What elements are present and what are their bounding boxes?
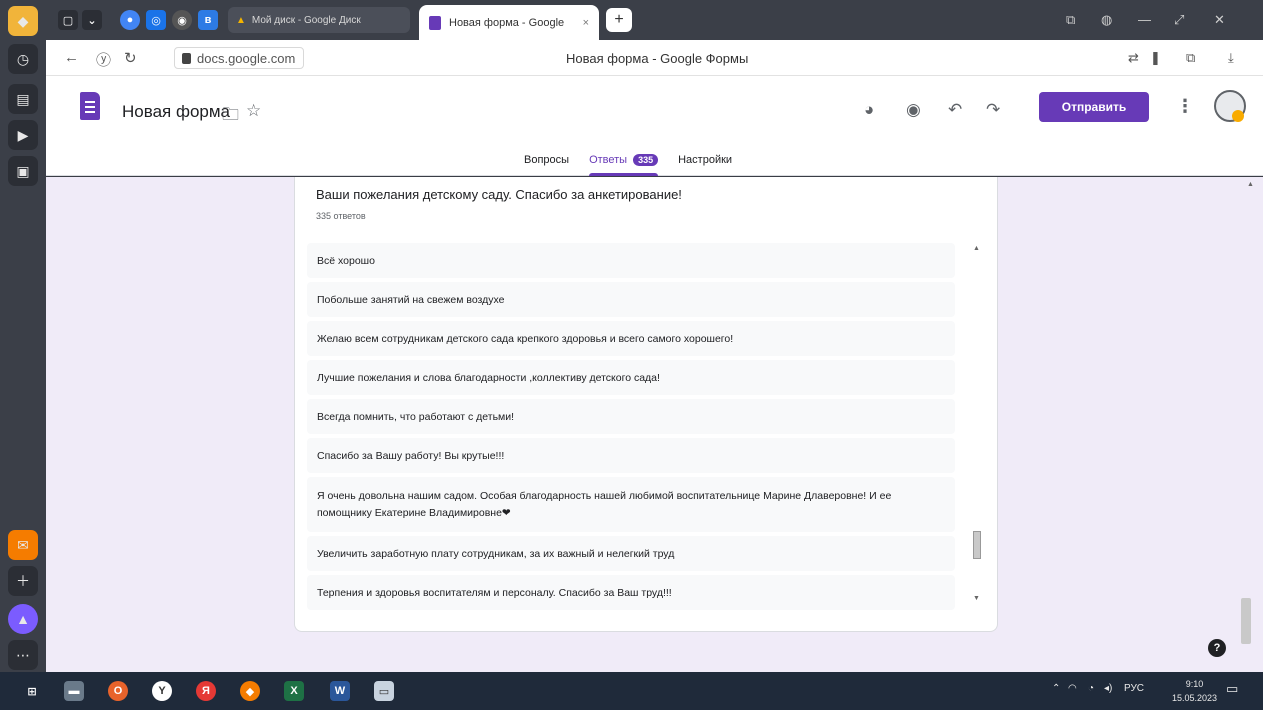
list-item: Я очень довольна нашим садом. Особая бла…	[307, 477, 955, 532]
yandex-browser-icon[interactable]: Y	[152, 681, 172, 701]
language-indicator[interactable]: РУС	[1124, 683, 1144, 694]
list-item: Лучшие пожелания и слова благодарности ,…	[307, 360, 955, 395]
pinned-tab-icon[interactable]: ●	[120, 10, 140, 30]
answers-list[interactable]: Всё хорошо Побольше занятий на свежем во…	[307, 243, 955, 614]
lock-icon	[182, 53, 191, 64]
url-field[interactable]: docs.google.com	[174, 47, 305, 69]
undo-icon[interactable]: ↶	[948, 100, 962, 120]
file-explorer-icon[interactable]: ▬	[64, 681, 84, 701]
network-icon[interactable]: ◠	[1068, 683, 1077, 694]
page-scrollbar-thumb[interactable]	[1241, 598, 1251, 644]
taskbar: ⊞ ▬ O Y Я ◆ X W ▭ ⌃ ◠ ◔ ◂) РУС 9:10 15.0…	[0, 672, 1263, 710]
preview-eye-icon[interactable]: ◉	[906, 100, 921, 120]
star-icon[interactable]: ☆	[246, 101, 261, 121]
add-panel-icon[interactable]: ＋	[8, 566, 38, 596]
scroll-up-icon[interactable]: ▲	[973, 245, 980, 252]
question-summary-card: Ваши пожелания детскому саду. Спасибо за…	[294, 177, 998, 632]
list-item: Терпения и здоровья воспитателям и персо…	[307, 575, 955, 610]
account-badge-icon	[1232, 110, 1244, 122]
close-tab-icon[interactable]: ×	[583, 17, 589, 29]
pinned-tab-icon[interactable]: ◉	[172, 10, 192, 30]
panel-icon[interactable]: ▣	[8, 156, 38, 186]
play-icon[interactable]: ▶	[8, 120, 38, 150]
address-bar: ← ⓨ ↻ docs.google.com Новая форма - Goog…	[46, 40, 1263, 76]
collections-icon[interactable]: ▤	[8, 84, 38, 114]
maximize-icon[interactable]: ⤢	[1174, 12, 1184, 28]
volume-icon[interactable]: ◂)	[1104, 683, 1112, 694]
history-icon[interactable]: ◷	[8, 44, 38, 74]
page-scroll-up-icon[interactable]: ▲	[1247, 181, 1254, 188]
tab-responses[interactable]: Ответы 335	[589, 150, 659, 176]
list-item: Увеличить заработную плату сотрудникам, …	[307, 536, 955, 571]
scrollbar-thumb[interactable]	[973, 531, 981, 559]
tab-bar: ▢ ⌄ ● ◎ ◉ в ▲ Мой диск - Google Диск Нов…	[46, 0, 1263, 40]
more-vert-icon[interactable]: ⋮	[1176, 96, 1194, 117]
opera-icon[interactable]: O	[108, 681, 128, 701]
excel-icon[interactable]: X	[284, 681, 304, 701]
word-icon[interactable]: W	[330, 681, 350, 701]
wifi-icon[interactable]: ◔	[1088, 683, 1094, 694]
tab-group-icon[interactable]: ▢	[58, 10, 78, 30]
list-item: Побольше занятий на свежем воздухе	[307, 282, 955, 317]
google-forms-logo-icon[interactable]	[80, 92, 100, 120]
chevron-down-icon[interactable]: ⌄	[82, 10, 102, 30]
list-item: Желаю всем сотрудникам детского сада кре…	[307, 321, 955, 356]
assistant-icon[interactable]: ▲	[8, 604, 38, 634]
more-dots-icon[interactable]: ⋯	[8, 640, 38, 670]
windows-start-icon[interactable]: ⊞	[22, 681, 42, 701]
new-tab-button[interactable]: +	[606, 8, 632, 32]
tab-questions[interactable]: Вопросы	[524, 150, 569, 176]
reload-icon[interactable]: ↻	[124, 49, 137, 67]
question-title: Ваши пожелания детскому саду. Спасибо за…	[316, 187, 682, 202]
minimize-icon[interactable]: —	[1138, 12, 1151, 27]
app-icon[interactable]: ◆	[240, 681, 260, 701]
mail-icon[interactable]: ✉	[8, 530, 38, 560]
google-drive-icon: ▲	[236, 14, 246, 26]
yandex-icon[interactable]: ⓨ	[96, 49, 111, 70]
list-item: Спасибо за Вашу работу! Вы крутые!!!	[307, 438, 955, 473]
list-item: Всё хорошо	[307, 243, 955, 278]
yandex-icon[interactable]: Я	[196, 681, 216, 701]
response-count: 335 ответов	[316, 211, 366, 221]
send-button[interactable]: Отправить	[1039, 92, 1149, 122]
palette-icon[interactable]: ◕	[864, 100, 874, 120]
responses-content: Ваши пожелания детскому саду. Спасибо за…	[46, 177, 1263, 672]
close-window-icon[interactable]: ✕	[1214, 12, 1225, 28]
extensions-icon[interactable]: ⧉	[1186, 50, 1195, 66]
folder-icon[interactable]: 🗀	[222, 102, 239, 131]
scroll-down-icon[interactable]: ▼	[973, 595, 980, 602]
google-forms-icon	[429, 15, 441, 30]
vpn-icon[interactable]: ◍	[1101, 12, 1112, 28]
tab-settings[interactable]: Настройки	[678, 150, 732, 176]
vk-icon[interactable]: в	[198, 10, 218, 30]
help-button[interactable]: ?	[1208, 639, 1226, 657]
page-title: Новая форма - Google Формы	[566, 51, 749, 66]
tab-google-forms[interactable]: Новая форма - Google ×	[419, 5, 599, 40]
redo-icon[interactable]: ↷	[986, 100, 1000, 120]
back-arrow-icon[interactable]: ←	[64, 49, 79, 66]
pinned-tab-icon[interactable]: ◎	[146, 10, 166, 30]
notifications-icon[interactable]: ▭	[1226, 681, 1238, 697]
responses-count-badge: 335	[633, 154, 659, 166]
translate-icon[interactable]: ⇄	[1128, 50, 1139, 66]
answers-scrollbar[interactable]: ▲ ▼	[971, 243, 983, 617]
browser-sidebar: ◆ ◷ ▤ ▶ ▣ ✉ ＋ ▲ ⋯	[0, 0, 46, 672]
image-viewer-icon[interactable]: ▭	[374, 681, 394, 701]
forms-header: Новая форма 🗀 ☆ ◕ ◉ ↶ ↷ Отправить ⋮ Вопр…	[46, 76, 1263, 176]
download-icon[interactable]: ⤓	[1228, 50, 1234, 66]
list-item: Всегда помнить, что работают с детьми!	[307, 399, 955, 434]
clock[interactable]: 9:10 15.05.2023	[1172, 677, 1217, 705]
tray-chevron-icon[interactable]: ⌃	[1052, 683, 1060, 694]
form-tabs: Вопросы Ответы 335 Настройки	[524, 150, 732, 176]
form-title[interactable]: Новая форма	[122, 102, 230, 122]
tabs-icon[interactable]: ⧉	[1066, 12, 1075, 28]
browser-logo-icon[interactable]: ◆	[8, 6, 38, 36]
tab-google-drive[interactable]: ▲ Мой диск - Google Диск	[228, 7, 410, 33]
bookmark-icon[interactable]: ❚	[1150, 50, 1161, 66]
